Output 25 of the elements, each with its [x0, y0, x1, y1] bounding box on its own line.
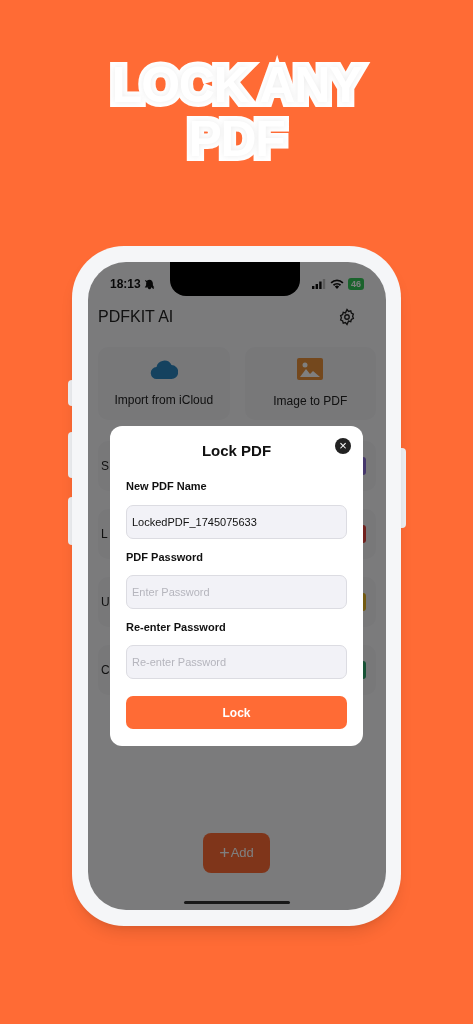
field-label: Re-enter Password [126, 620, 227, 635]
row-label: C [101, 662, 110, 679]
status-time: 18:13 [110, 276, 141, 293]
add-button[interactable]: +Add [203, 833, 270, 873]
row-label: S [101, 458, 109, 475]
row-label: U [101, 594, 110, 611]
settings-icon[interactable] [338, 308, 356, 326]
field-label: New PDF Name [126, 479, 208, 494]
field-label: PDF Password [126, 550, 205, 565]
input-field[interactable]: Re-enter Password [126, 645, 347, 679]
input-field[interactable]: Enter Password [126, 575, 347, 609]
signal-icon [312, 279, 326, 289]
dialog-title: Lock PDF [201, 441, 272, 461]
image-icon [297, 357, 324, 380]
battery-indicator: 46 [348, 278, 364, 290]
wifi-icon [330, 279, 344, 289]
row-label: L [101, 526, 108, 543]
app-title: PDFKIT AI [98, 307, 174, 327]
lock-button[interactable]: Lock [126, 696, 347, 729]
headline: PDF [188, 112, 285, 166]
cloud-icon [149, 358, 178, 379]
input-field[interactable]: LockedPDF_1745075633 [126, 505, 347, 539]
plus-icon: + [219, 844, 230, 862]
close-button[interactable]: × [335, 438, 351, 454]
muted-bell-icon [143, 278, 155, 290]
